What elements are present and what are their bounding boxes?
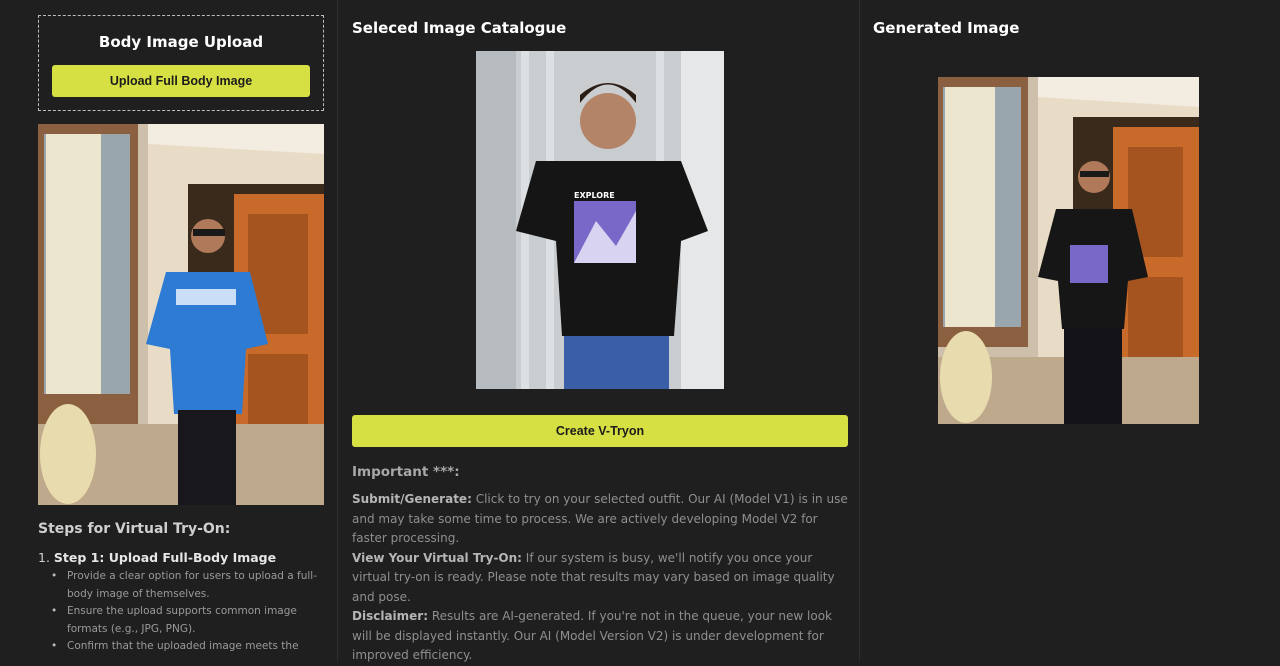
note-submit: Submit/Generate: Click to try on your se… bbox=[352, 490, 848, 549]
generated-image bbox=[938, 77, 1199, 424]
upload-dropzone[interactable]: Body Image Upload Upload Full Body Image bbox=[38, 15, 324, 111]
shirt-print-text: EXPLORE bbox=[574, 191, 615, 200]
upload-full-body-button[interactable]: Upload Full Body Image bbox=[52, 65, 310, 97]
note-label: Disclaimer: bbox=[352, 609, 429, 623]
note-label: Submit/Generate: bbox=[352, 492, 472, 506]
generated-panel: Generated Image bbox=[860, 0, 1280, 661]
upload-title: Body Image Upload bbox=[98, 33, 264, 51]
catalogue-title: Seleced Image Catalogue bbox=[352, 19, 567, 37]
note-view: View Your Virtual Try-On: If our system … bbox=[352, 549, 848, 608]
note-disclaimer: Disclaimer: Results are AI-generated. If… bbox=[352, 607, 848, 666]
important-notes: Submit/Generate: Click to try on your se… bbox=[352, 490, 848, 666]
selected-catalogue-image[interactable]: EXPLORE bbox=[476, 51, 724, 389]
step-1-title: Step 1: Upload Full-Body Image bbox=[53, 550, 277, 565]
catalogue-panel: Seleced Image Catalogue EXPLORE Create V… bbox=[337, 0, 860, 662]
step-1: 1. Step 1: Upload Full-Body Image bbox=[38, 550, 276, 565]
step-1-bullets: Provide a clear option for users to uplo… bbox=[51, 568, 321, 656]
uploaded-body-image bbox=[38, 124, 324, 505]
step-1-number: 1. bbox=[38, 550, 50, 565]
important-title: Important ***: bbox=[352, 464, 460, 480]
bullet-item: Ensure the upload supports common image … bbox=[51, 603, 321, 638]
bullet-item: Provide a clear option for users to uplo… bbox=[51, 568, 321, 603]
create-vtryon-button[interactable]: Create V-Tryon bbox=[352, 415, 848, 447]
left-panel: Body Image Upload Upload Full Body Image… bbox=[0, 0, 337, 661]
generated-title: Generated Image bbox=[873, 19, 1020, 37]
steps-title: Steps for Virtual Try-On: bbox=[38, 521, 231, 537]
bullet-item: Confirm that the uploaded image meets th… bbox=[51, 638, 321, 656]
note-label: View Your Virtual Try-On: bbox=[352, 550, 522, 565]
